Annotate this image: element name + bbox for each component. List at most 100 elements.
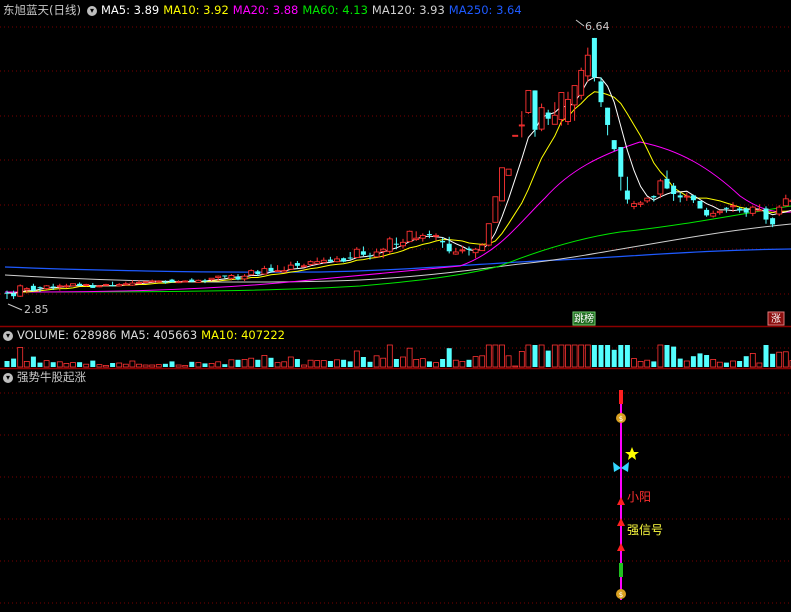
candle-up xyxy=(558,92,565,120)
indicator-title[interactable]: 强势牛股起涨 xyxy=(17,370,86,384)
candle-up xyxy=(419,234,426,239)
volume-bar xyxy=(294,359,300,367)
volume-bar xyxy=(472,356,479,368)
candle-down xyxy=(255,271,261,275)
label-small-yang: 小阳 xyxy=(627,490,651,504)
candle-up xyxy=(776,206,783,215)
volume-bar xyxy=(386,344,393,368)
volume-bar xyxy=(631,358,637,368)
volume-bar xyxy=(307,359,314,368)
volume-bar xyxy=(202,363,208,367)
candle-up xyxy=(43,285,50,290)
volume-bar xyxy=(11,358,17,367)
volume-bar xyxy=(459,360,466,368)
candle-down xyxy=(162,281,168,283)
candle-up xyxy=(17,285,24,297)
volume-bar xyxy=(37,362,43,367)
volume-bar xyxy=(341,359,347,367)
ma-label-4: MA120: 3.93 xyxy=(371,3,445,17)
volume-bar xyxy=(525,344,532,368)
volume-bar xyxy=(241,358,248,368)
candle-down xyxy=(598,81,604,103)
candle-down xyxy=(169,279,175,283)
volume-bar xyxy=(314,360,321,368)
candle-down xyxy=(545,112,551,119)
candle-down xyxy=(690,195,696,201)
volume-bar xyxy=(320,360,327,368)
volume-bar xyxy=(756,362,763,368)
candle-up xyxy=(23,288,30,291)
volume-bar xyxy=(618,345,624,367)
main-panel-header: 东旭蓝天(日线) ▾ MA5: 3.89 MA10: 3.92 MA20: 3.88 MA… xyxy=(0,2,530,18)
volume-bar xyxy=(671,346,677,367)
volume-bar xyxy=(63,362,70,368)
volume-bar xyxy=(175,364,182,368)
candle-down xyxy=(737,208,743,211)
candle-up xyxy=(314,261,321,265)
candle-up xyxy=(155,280,162,283)
candle-up xyxy=(730,205,736,208)
candle-down xyxy=(624,190,630,200)
candle-up xyxy=(492,196,499,223)
candle-up xyxy=(505,168,512,176)
volume-bar xyxy=(584,344,591,368)
volume-bar xyxy=(189,361,195,367)
candle-up xyxy=(584,54,591,77)
volume-bar xyxy=(413,358,420,368)
volume-bar xyxy=(406,347,413,368)
volume-bar xyxy=(122,363,129,368)
volume-bar xyxy=(248,357,255,368)
volume-bar xyxy=(215,361,222,368)
volume-bar xyxy=(677,358,683,367)
signal-bar-top xyxy=(619,390,623,404)
candle-up xyxy=(136,281,142,284)
candle-up xyxy=(228,275,235,279)
grid xyxy=(0,26,791,604)
volume-bar xyxy=(17,346,24,368)
candle-down xyxy=(532,90,538,130)
ma-label-2: MA20: 3.88 xyxy=(232,3,299,17)
candle-down xyxy=(30,285,36,291)
candle-up xyxy=(70,283,76,287)
volume-bar xyxy=(110,363,116,367)
candle-up xyxy=(571,85,578,106)
money-bag-icon: $ xyxy=(616,589,626,599)
volume-bar xyxy=(77,362,83,367)
candle-down xyxy=(189,279,195,282)
candle-down xyxy=(341,258,347,262)
volume-bar xyxy=(50,362,56,367)
volume-bar xyxy=(347,361,353,367)
candle-up xyxy=(400,241,406,247)
candle-up xyxy=(248,270,255,276)
volume-bar xyxy=(96,364,103,368)
candle-up xyxy=(716,210,723,214)
chevron-down-icon[interactable]: ▾ xyxy=(86,5,97,16)
candle-up xyxy=(261,268,268,275)
volume-bar xyxy=(268,357,274,367)
candle-up xyxy=(142,281,149,284)
volume-bar xyxy=(353,350,360,368)
stock-title[interactable]: 东旭蓝天(日线) xyxy=(3,3,81,17)
volume-bar xyxy=(433,362,439,368)
chevron-down-icon[interactable]: ▾ xyxy=(3,330,13,341)
ma-label-0: MA5: 3.89 xyxy=(100,3,160,17)
chevron-down-icon[interactable]: ▾ xyxy=(3,372,13,383)
arrow-up-icon xyxy=(617,518,625,526)
volume-bar xyxy=(651,361,657,367)
volume-bar xyxy=(70,362,76,368)
candle-up xyxy=(103,284,109,286)
volume-bar xyxy=(142,364,149,368)
volume-bar xyxy=(360,357,366,367)
volume-bar xyxy=(558,344,565,368)
volume-bar xyxy=(419,358,426,368)
volume-bar xyxy=(334,359,340,368)
candle-down xyxy=(347,257,353,259)
volume-bar xyxy=(538,344,545,368)
candle-down xyxy=(11,293,17,297)
volume-labels: VOLUME: 628986 MA5: 405663 MA10: 407222 xyxy=(17,328,289,342)
volume-bar xyxy=(611,349,617,367)
candle-down xyxy=(723,207,729,209)
volume-bar xyxy=(657,344,664,368)
arrow-up-icon xyxy=(617,497,625,505)
high-label: 6.64 xyxy=(585,20,610,33)
